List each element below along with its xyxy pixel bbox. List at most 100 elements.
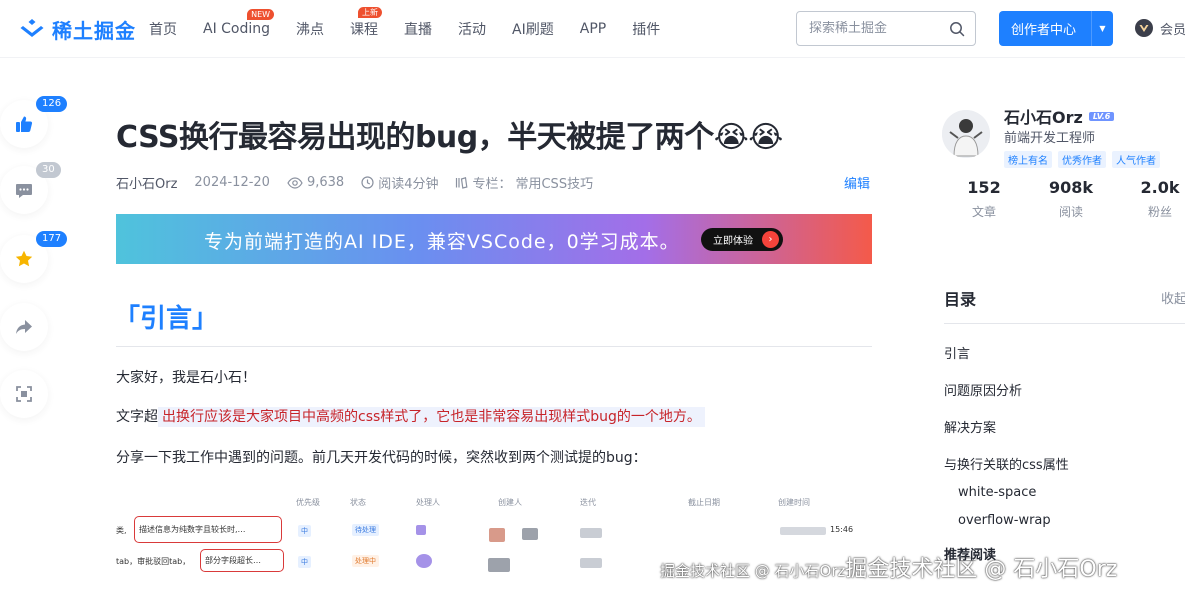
stat-label: 阅读 xyxy=(1058,205,1083,219)
avatar-placeholder xyxy=(416,554,432,568)
caret-down-icon[interactable]: ▼ xyxy=(1092,24,1113,33)
nav-label: AI Coding xyxy=(203,21,271,37)
row2-priority: 中 xyxy=(298,556,311,568)
favorite-count: 177 xyxy=(36,231,68,247)
toc-collapse-button[interactable]: 收起 xyxy=(1161,288,1185,307)
stat-followers[interactable]: 2.0k 粉丝 xyxy=(1130,178,1185,220)
author-name[interactable]: 石小石Orz LV.6 xyxy=(1004,104,1115,128)
search-icon[interactable] xyxy=(949,21,965,37)
toc-item[interactable]: 引言 xyxy=(944,343,970,362)
nav-home[interactable]: 首页 xyxy=(149,19,177,39)
nav-courses[interactable]: 课程 上新 xyxy=(350,7,383,39)
article-meta: 石小石Orz 2024-12-20 9,638 阅读4分钟 专栏： 常用CSS技… xyxy=(116,173,610,192)
honor-badge[interactable]: 优秀作者 xyxy=(1058,151,1106,168)
avatar-placeholder xyxy=(489,528,505,542)
stat-reads[interactable]: 908k 阅读 xyxy=(1041,178,1101,220)
read-time-text: 阅读4分钟 xyxy=(378,177,439,192)
logo-text: 稀土掘金 xyxy=(52,18,136,43)
stat-label: 粉丝 xyxy=(1147,205,1172,219)
column-icon xyxy=(456,177,468,189)
article-title: CSS换行最容易出现的bug，半天被提了两个😭😭 xyxy=(116,120,783,155)
nav-events[interactable]: 活动 xyxy=(458,19,486,39)
image-watermark: 掘金技术社区 @ 石小石Orz掘金技术社区 @ 石小石Orz xyxy=(660,551,1117,583)
toc-item[interactable]: 推荐阅读 xyxy=(944,544,996,563)
nav-live[interactable]: 直播 xyxy=(404,19,432,39)
toc-divider xyxy=(944,323,1185,324)
top-navbar: 稀土掘金 首页 AI Coding NEW 沸点 课程 上新 直播 活动 AI刷题 … xyxy=(0,0,1185,58)
site-logo[interactable]: 稀土掘金 xyxy=(18,16,136,43)
new-badge: 上新 xyxy=(358,7,383,18)
toc-item[interactable]: 解决方案 xyxy=(944,417,996,436)
nav-plugins[interactable]: 插件 xyxy=(632,19,660,39)
stat-value: 908k xyxy=(1048,178,1094,197)
share-button[interactable] xyxy=(0,303,48,351)
vip-icon xyxy=(1135,19,1153,37)
star-icon xyxy=(15,250,33,267)
date-placeholder xyxy=(780,527,826,535)
column-name[interactable]: 常用CSS技巧 xyxy=(515,173,593,192)
column-info[interactable]: 专栏： 常用CSS技巧 xyxy=(455,173,593,192)
row1-time: 15:46 xyxy=(830,525,854,534)
ad-banner[interactable]: 专为前端打造的AI IDE，兼容VSCode，0学习成本。 立即体验 › xyxy=(116,214,872,264)
view-count: 9,638 xyxy=(306,175,345,190)
avatar-placeholder xyxy=(488,558,510,572)
column-header: 创建时间 xyxy=(778,498,810,507)
comment-button[interactable]: 30 xyxy=(0,162,61,214)
thumbs-up-icon xyxy=(16,116,33,132)
honor-badge[interactable]: 人气作者 xyxy=(1112,151,1160,168)
author-honors: 榜上有名 优秀作者 人气作者 xyxy=(1004,151,1160,168)
toc-title: 目录 xyxy=(944,290,977,309)
stat-value: 152 xyxy=(967,178,1001,197)
toc-subitem[interactable]: overflow-wrap xyxy=(958,513,1051,528)
new-badge: NEW xyxy=(247,9,275,20)
nav-label: 沸点 xyxy=(296,22,325,38)
search-input[interactable] xyxy=(809,21,939,36)
level-badge: LV.6 xyxy=(1088,111,1115,121)
column-header: 创建人 xyxy=(498,498,522,507)
focus-mode-button[interactable] xyxy=(0,370,48,418)
creator-center-button[interactable]: 创作者中心 ▼ xyxy=(999,11,1113,46)
nav-ai-practice[interactable]: AI刷题 xyxy=(512,19,554,39)
nav-label: AI刷题 xyxy=(512,22,554,38)
row2-highlight-box: 部分字段超长… xyxy=(200,549,284,572)
stat-articles[interactable]: 152 文章 xyxy=(954,178,1014,220)
iteration-placeholder xyxy=(580,528,602,538)
banner-cta-label: 立即体验 xyxy=(713,236,753,247)
comment-icon xyxy=(16,184,32,198)
honor-badge[interactable]: 榜上有名 xyxy=(1004,151,1052,168)
banner-cta-button[interactable]: 立即体验 › xyxy=(701,228,783,251)
toc-subitem[interactable]: white-space xyxy=(958,485,1036,500)
row1-priority: 中 xyxy=(298,525,311,537)
toc-item[interactable]: 问题原因分析 xyxy=(944,380,1022,399)
creator-center-label: 创作者中心 xyxy=(1011,23,1077,38)
nav-label: 活动 xyxy=(458,22,487,38)
favorite-button[interactable]: 177 xyxy=(0,231,68,283)
stat-label: 文章 xyxy=(971,205,996,219)
column-header: 处理人 xyxy=(416,498,440,507)
paragraph-topic-prefix: 文字超 xyxy=(116,409,158,425)
share-icon xyxy=(16,320,32,334)
edit-link[interactable]: 编辑 xyxy=(844,173,870,192)
nav-label: 直播 xyxy=(404,22,433,38)
row1-status: 待处理 xyxy=(352,524,379,536)
like-button[interactable]: 126 xyxy=(0,96,68,148)
row1-box-text: 描述信息为纯数字且较长时,… xyxy=(139,525,246,534)
fullscreen-icon xyxy=(16,386,32,402)
nav-label: 课程 xyxy=(350,22,379,38)
author-avatar[interactable] xyxy=(942,110,990,158)
nav-pins[interactable]: 沸点 xyxy=(296,19,324,39)
vip-entry[interactable]: 会员 xyxy=(1134,18,1185,38)
avatar-placeholder xyxy=(522,528,538,540)
author-avatar-image xyxy=(942,110,990,158)
row1-highlight-box: 描述信息为纯数字且较长时,… xyxy=(134,516,282,543)
column-header: 截止日期 xyxy=(688,498,720,507)
row2-box-text: 部分字段超长… xyxy=(205,556,261,565)
main-nav: 首页 AI Coding NEW 沸点 课程 上新 直播 活动 AI刷题 APP 插… xyxy=(149,0,686,58)
author-link[interactable]: 石小石Orz xyxy=(116,173,177,192)
nav-app[interactable]: APP xyxy=(580,21,606,37)
nav-ai-coding[interactable]: AI Coding NEW xyxy=(203,9,275,37)
row1-prefix: 类, xyxy=(116,526,127,535)
nav-label: APP xyxy=(579,21,607,37)
toc-item[interactable]: 与换行关联的css属性 xyxy=(944,454,1069,473)
publish-date-text: 2024-12-20 xyxy=(194,175,270,190)
